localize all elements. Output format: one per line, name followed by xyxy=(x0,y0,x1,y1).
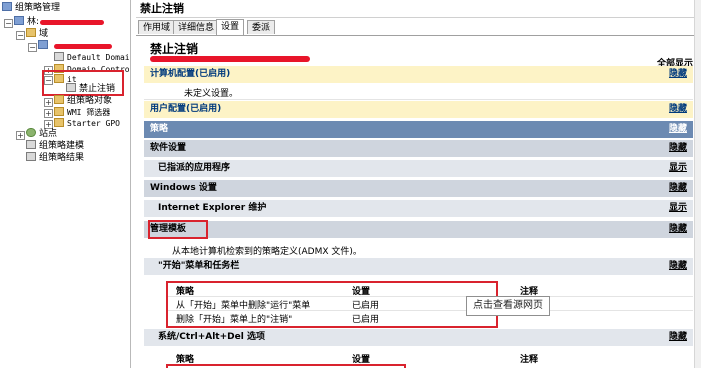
hide-link[interactable]: 隐藏 xyxy=(669,180,687,197)
collapse-icon[interactable]: − xyxy=(4,19,13,28)
folder-icon xyxy=(54,95,64,104)
hide-link[interactable]: 隐藏 xyxy=(669,140,687,157)
folder-icon xyxy=(54,118,64,127)
highlight-box xyxy=(42,70,124,96)
section-admin-templates[interactable]: 管理模板 隐藏 xyxy=(144,221,693,238)
results-icon xyxy=(26,152,36,161)
show-link[interactable]: 显示 xyxy=(669,160,687,177)
report-title: 禁止注销 xyxy=(150,42,199,56)
tooltip: 点击查看源网页 xyxy=(466,296,550,316)
redaction-mark xyxy=(40,20,104,25)
settings-report: 禁止注销 全部显示 计算机配置(已启用) 隐藏 未定义设置。 用户配置(已启用)… xyxy=(144,36,699,368)
section-software-settings[interactable]: 软件设置 隐藏 xyxy=(144,140,693,157)
vertical-scrollbar[interactable] xyxy=(694,0,701,368)
section-ie-maintenance[interactable]: Internet Explorer 维护 显示 xyxy=(144,200,693,217)
section-ctrl-alt-del[interactable]: 系统/Ctrl+Alt+Del 选项 隐藏 xyxy=(144,329,693,346)
collapse-icon[interactable]: − xyxy=(28,43,37,52)
hide-link[interactable]: 隐藏 xyxy=(669,121,687,138)
gpm-icon xyxy=(2,2,12,11)
highlight-box xyxy=(166,281,498,328)
folder-icon xyxy=(54,107,64,116)
hide-link[interactable]: 隐藏 xyxy=(669,221,687,238)
hide-link[interactable]: 隐藏 xyxy=(669,101,687,118)
redaction-mark xyxy=(150,56,310,62)
expand-icon[interactable]: + xyxy=(16,131,25,140)
hide-link[interactable]: 隐藏 xyxy=(669,258,687,275)
section-assigned-apps[interactable]: 已指派的应用程序 显示 xyxy=(144,160,693,177)
expand-icon[interactable]: + xyxy=(44,98,53,107)
section-policies[interactable]: 策略 隐藏 xyxy=(144,121,693,138)
highlight-box xyxy=(166,364,406,368)
collapse-icon[interactable]: − xyxy=(16,31,25,40)
folder-icon xyxy=(26,28,36,37)
highlight-box xyxy=(148,220,208,239)
divider xyxy=(144,99,693,100)
section-user-config[interactable]: 用户配置(已启用) 隐藏 xyxy=(144,101,693,118)
details-pane: 禁止注销 作用域 详细信息 设置 委派 禁止注销 全部显示 计算机配置(已启用)… xyxy=(136,0,701,368)
tab-scope[interactable]: 作用域 xyxy=(138,20,176,34)
panel-title: 禁止注销 xyxy=(136,0,701,18)
tree-domain-node[interactable] xyxy=(38,40,51,53)
admx-note-text: 从本地计算机检索到的策略定义(ADMX 文件)。 xyxy=(172,247,362,257)
expand-icon[interactable]: + xyxy=(44,109,53,118)
redaction-mark xyxy=(54,44,112,49)
tree-starter-gpo[interactable]: Starter GPO xyxy=(54,117,120,130)
section-windows-settings[interactable]: Windows 设置 隐藏 xyxy=(144,180,693,197)
tab-details[interactable]: 详细信息 xyxy=(173,20,220,34)
forest-icon xyxy=(14,16,24,25)
tree-root[interactable]: 组策略管理 xyxy=(2,2,60,15)
gpo-link-icon xyxy=(54,52,64,61)
site-icon xyxy=(26,128,36,137)
section-computer-config[interactable]: 计算机配置(已启用) 隐藏 xyxy=(144,66,693,83)
gpm-tree-pane[interactable]: 组策略管理 − 林: − 域 − Default Domain + Domain… xyxy=(0,0,131,368)
tab-settings[interactable]: 设置 xyxy=(216,19,245,35)
tree-results[interactable]: 组策略结果 xyxy=(26,152,84,165)
tab-delegation[interactable]: 委派 xyxy=(247,20,276,34)
modeling-icon xyxy=(26,140,36,149)
not-defined-text: 未定义设置。 xyxy=(184,89,239,99)
col-header-comment: 注释 xyxy=(520,355,539,365)
hide-link[interactable]: 隐藏 xyxy=(669,329,687,346)
domain-icon xyxy=(38,40,48,49)
tab-strip: 作用域 详细信息 设置 委派 xyxy=(136,19,701,36)
hide-link[interactable]: 隐藏 xyxy=(669,66,687,83)
show-link[interactable]: 显示 xyxy=(669,200,687,217)
section-start-menu[interactable]: "开始"菜单和任务栏 隐藏 xyxy=(144,258,693,275)
